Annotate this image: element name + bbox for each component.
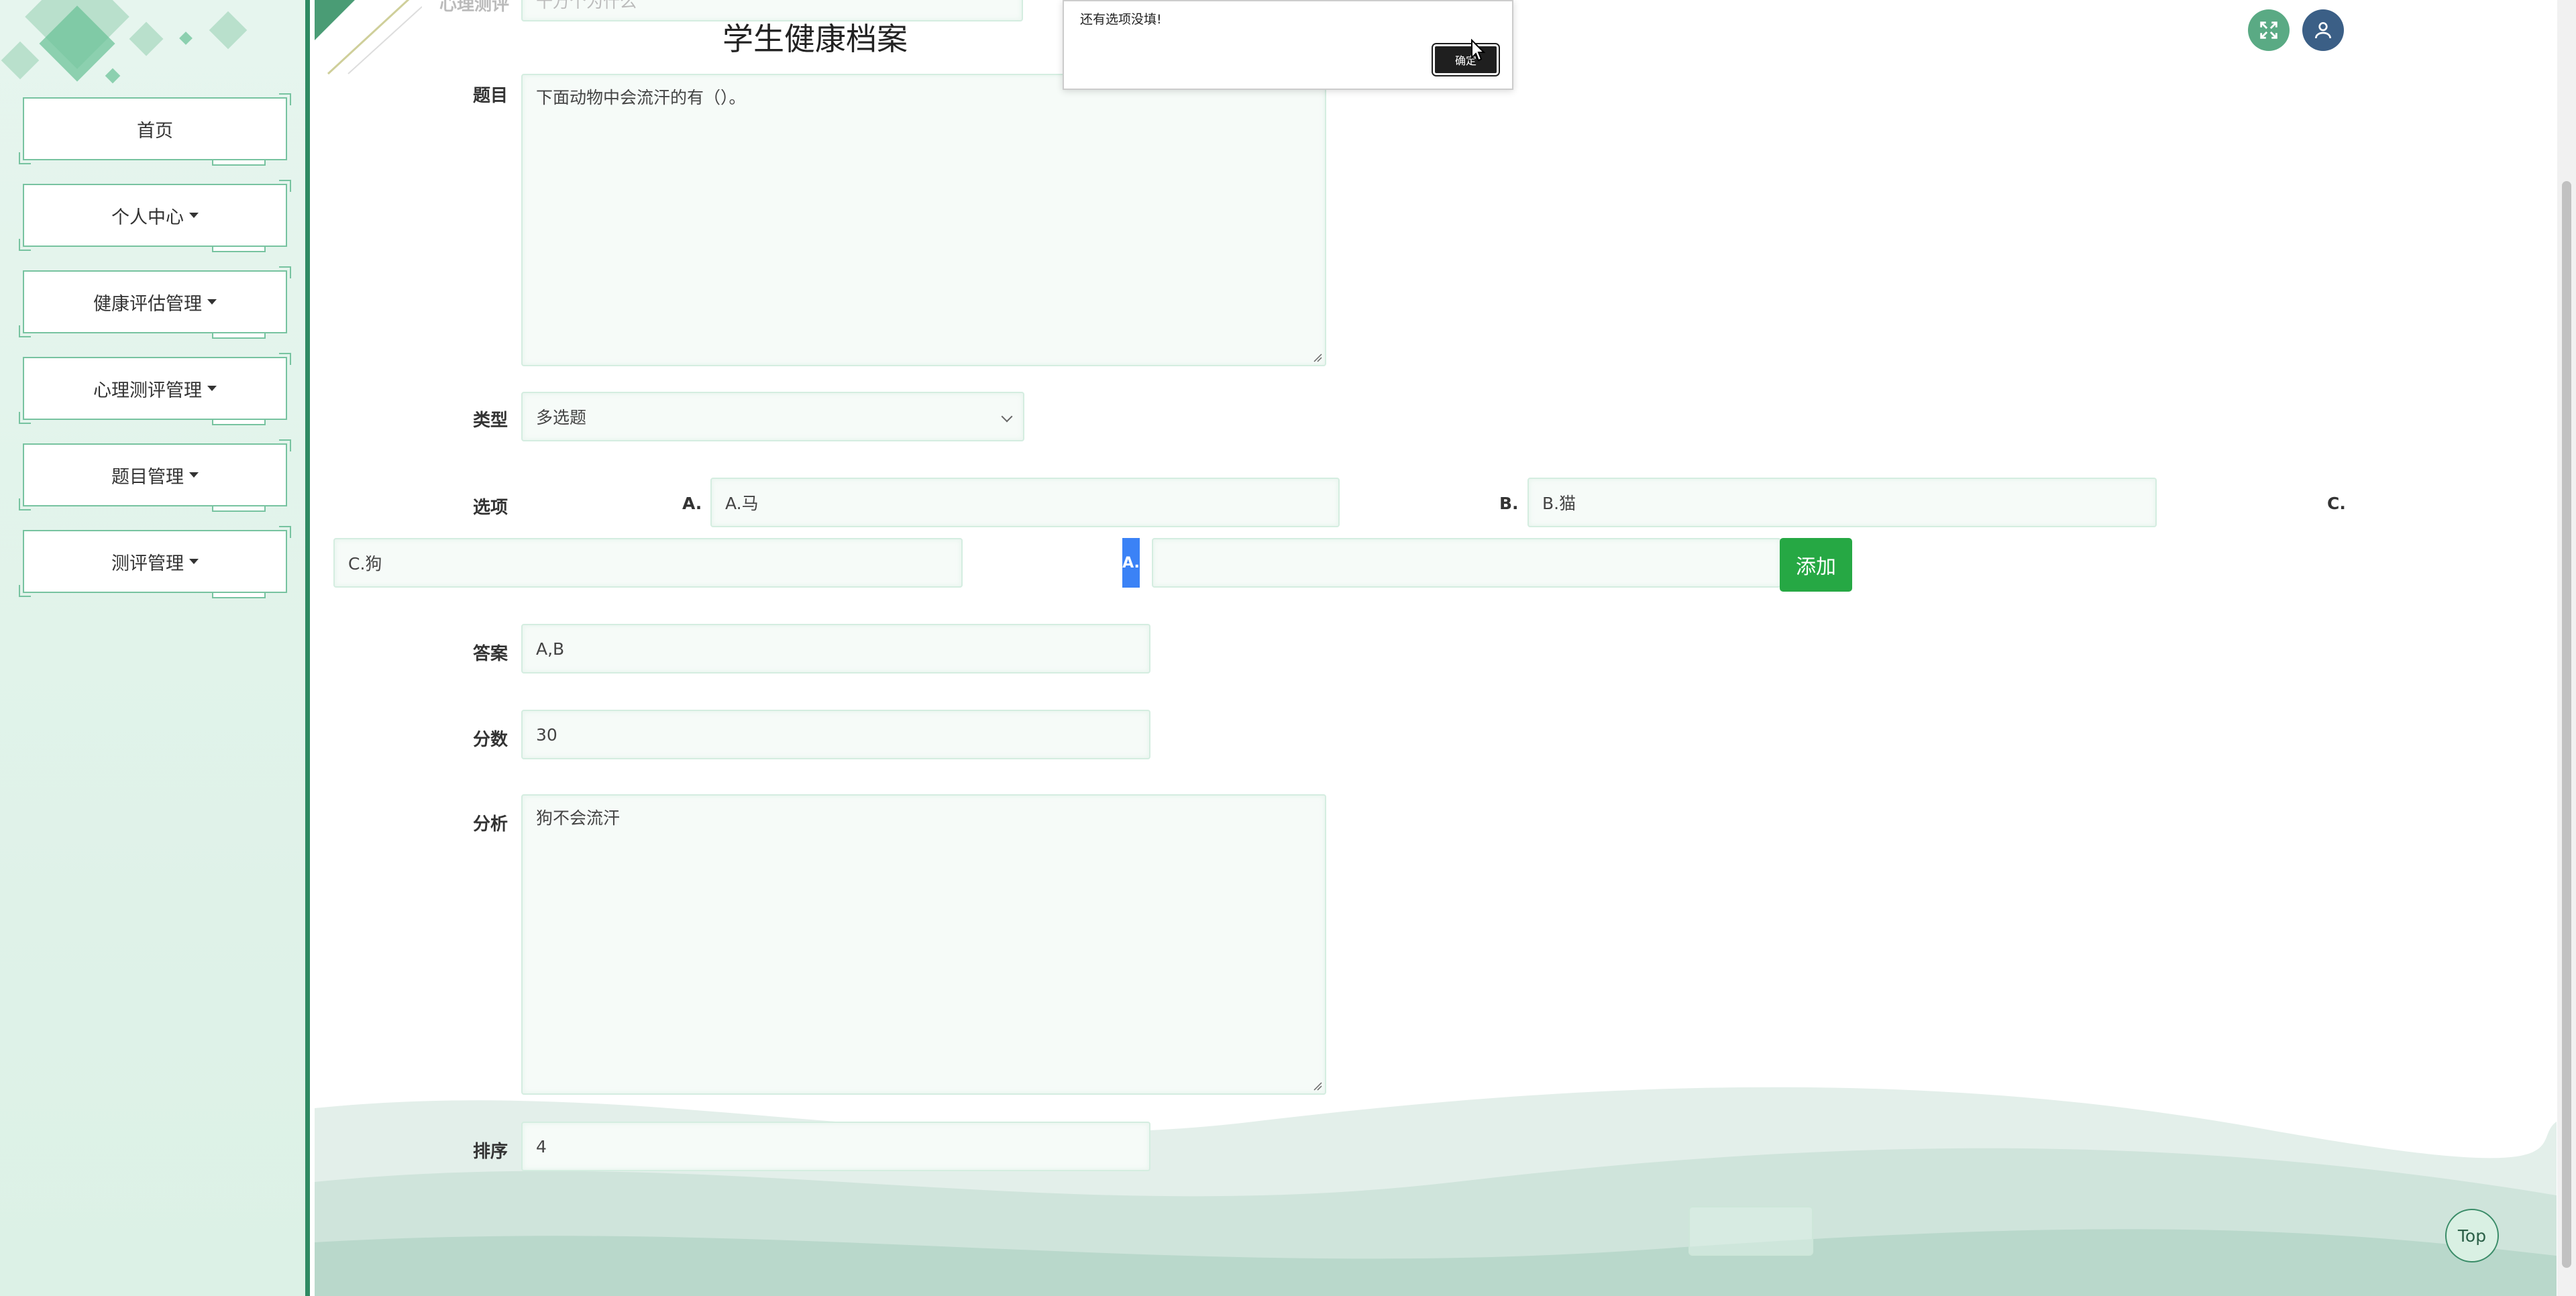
- analysis-label: 分析: [473, 814, 508, 834]
- analysis-textarea[interactable]: 狗不会流汗: [521, 794, 1326, 1095]
- sidebar: 首页 个人中心 健康评估管理 心理测评管理 题目管理 测评管理: [0, 0, 310, 1296]
- sidebar-item-psych-test[interactable]: 心理测评管理: [19, 353, 291, 425]
- user-avatar-button[interactable]: [2302, 9, 2344, 51]
- resize-handle-icon[interactable]: [1313, 353, 1322, 362]
- option-c-letter: C.: [2327, 494, 2346, 513]
- decor-square: [105, 68, 121, 84]
- chevron-down-icon: [1001, 411, 1013, 423]
- option-a-input[interactable]: A.马: [710, 478, 1340, 527]
- sidebar-item-label: 健康评估管理: [93, 293, 202, 315]
- decor-square: [1, 41, 40, 80]
- faded-label: 心理测评: [439, 0, 510, 15]
- resize-handle-icon[interactable]: [1313, 1081, 1322, 1091]
- sidebar-item-label: 测评管理: [111, 553, 184, 574]
- type-select-value: 多选题: [536, 408, 587, 427]
- new-option-input[interactable]: [1152, 538, 1781, 588]
- sidebar-item-question-management[interactable]: 题目管理: [19, 439, 291, 512]
- mouse-cursor-icon: [1471, 39, 1486, 62]
- caret-down-icon: [189, 213, 199, 218]
- sidebar-item-label: 题目管理: [111, 466, 184, 488]
- option-a-value: A.马: [725, 494, 759, 513]
- scrollbar-thumb[interactable]: [2562, 181, 2571, 1268]
- option-a-letter: A.: [682, 494, 702, 513]
- sidebar-item-health-assessment[interactable]: 健康评估管理: [19, 266, 291, 339]
- order-label: 排序: [473, 1142, 508, 1162]
- new-option-letter: A.: [1122, 538, 1140, 588]
- question-label: 题目: [473, 86, 508, 106]
- main-content: 学生健康档案 心理测评 十万个为什么 题目 下面动物中会流汗的有（）。 类型 多…: [315, 0, 2557, 1296]
- caret-down-icon: [189, 559, 199, 564]
- option-b-letter: B.: [1499, 494, 1519, 513]
- sidebar-item-label: 个人中心: [111, 207, 184, 228]
- decor-square: [129, 21, 164, 56]
- order-input[interactable]: 4: [521, 1122, 1150, 1171]
- caret-down-icon: [207, 299, 217, 305]
- caret-down-icon: [189, 472, 199, 478]
- alert-dialog: 还有选项没填! 确定: [1063, 0, 1513, 90]
- score-input[interactable]: 30: [521, 710, 1150, 759]
- score-value: 30: [536, 724, 557, 745]
- decor-square: [179, 32, 193, 45]
- sidebar-menu: 首页 个人中心 健康评估管理 心理测评管理 题目管理 测评管理: [19, 93, 291, 616]
- sidebar-item-evaluation-management[interactable]: 测评管理: [19, 526, 291, 598]
- alert-message: 还有选项没填!: [1080, 12, 1162, 27]
- question-text: 下面动物中会流汗的有（）。: [536, 88, 746, 107]
- question-textarea[interactable]: 下面动物中会流汗的有（）。: [521, 74, 1326, 366]
- score-label: 分数: [473, 730, 508, 750]
- sidebar-item-label: 首页: [137, 120, 173, 142]
- alert-ok-button[interactable]: 确定: [1432, 43, 1500, 76]
- type-select[interactable]: 多选题: [521, 392, 1024, 441]
- back-to-top-button[interactable]: Top: [2445, 1209, 2499, 1262]
- sidebar-item-label: 心理测评管理: [93, 380, 202, 401]
- caret-down-icon: [207, 386, 217, 391]
- background-waves: [315, 1087, 2557, 1296]
- option-b-value: B.猫: [1542, 494, 1576, 513]
- analysis-text: 狗不会流汗: [536, 808, 621, 828]
- answer-input[interactable]: A,B: [521, 624, 1150, 673]
- decor-square: [209, 11, 248, 50]
- option-c-value: C.狗: [348, 554, 382, 574]
- corner-decoration: [315, 0, 422, 75]
- sidebar-item-personal-center[interactable]: 个人中心: [19, 180, 291, 252]
- page-scrollbar[interactable]: [2557, 0, 2576, 1296]
- fullscreen-button[interactable]: [2248, 9, 2290, 51]
- user-icon: [2315, 22, 2331, 39]
- faded-select[interactable]: 十万个为什么: [521, 0, 1023, 21]
- sidebar-item-home[interactable]: 首页: [19, 93, 291, 166]
- options-label: 选项: [473, 498, 508, 518]
- add-option-button[interactable]: 添加: [1780, 538, 1852, 592]
- type-label: 类型: [473, 411, 508, 431]
- answer-label: 答案: [473, 644, 508, 664]
- option-c-input[interactable]: C.狗: [333, 538, 963, 588]
- expand-icon: [2260, 21, 2277, 39]
- order-value: 4: [536, 1136, 547, 1156]
- answer-value: A,B: [536, 639, 565, 659]
- option-b-input[interactable]: B.猫: [1527, 478, 2157, 527]
- submit-button[interactable]: [1688, 1206, 1813, 1256]
